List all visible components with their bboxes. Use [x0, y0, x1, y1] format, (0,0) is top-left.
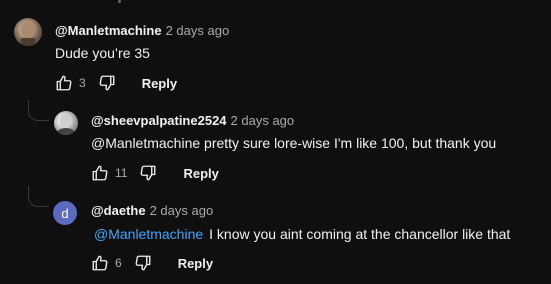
comment-time[interactable]: 2 days ago: [150, 203, 214, 218]
comment-header: @daethe 2 days ago: [91, 203, 213, 218]
reply-thread-line: [28, 186, 49, 207]
thumbs-down-icon[interactable]: [134, 254, 152, 272]
comment-actions: 3 Reply: [55, 73, 177, 93]
like-count: 3: [79, 76, 86, 90]
comment-header: @Manletmachine 2 days ago: [55, 23, 229, 38]
comment-header: @sheevpalpatine2524 2 days ago: [91, 113, 294, 128]
user-photo-icon: [57, 114, 75, 135]
user-photo-icon: [21, 22, 35, 46]
reply-button[interactable]: Reply: [178, 256, 213, 271]
comment-text: I know you aint coming at the chancellor…: [209, 226, 511, 242]
comment-text: Dude you’re 35: [55, 45, 150, 61]
comment-time[interactable]: 2 days ago: [166, 23, 230, 38]
thumbs-down-icon[interactable]: [98, 74, 116, 92]
like-count: 6: [115, 256, 122, 270]
comment-time[interactable]: 2 days ago: [231, 113, 295, 128]
reply-button[interactable]: Reply: [183, 166, 218, 181]
thumbs-up-icon[interactable]: [91, 164, 109, 182]
like-count: 11: [115, 166, 128, 180]
scroll-remnant-dot: [118, 0, 121, 3]
reply-thread-line: [28, 100, 49, 121]
comment-author[interactable]: @daethe: [91, 203, 146, 218]
avatar[interactable]: [14, 18, 42, 46]
reply-button[interactable]: Reply: [142, 76, 177, 91]
mention-link[interactable]: @Manletmachine: [94, 226, 203, 242]
avatar-letter: d: [61, 205, 69, 221]
avatar[interactable]: [54, 111, 78, 135]
comment-author[interactable]: @sheevpalpatine2524: [91, 113, 227, 128]
thumbs-up-icon[interactable]: [91, 254, 109, 272]
comment-text-container: @Manletmachine I know you aint coming at …: [94, 226, 510, 242]
thumbs-down-icon[interactable]: [139, 164, 157, 182]
comment-actions: 6 Reply: [91, 253, 213, 273]
avatar[interactable]: d: [53, 201, 77, 225]
comment-actions: 11 Reply: [91, 163, 219, 183]
comment-author[interactable]: @Manletmachine: [55, 23, 162, 38]
thumbs-up-icon[interactable]: [55, 74, 73, 92]
comment-text: @Manletmachine pretty sure lore-wise I'm…: [91, 135, 497, 151]
